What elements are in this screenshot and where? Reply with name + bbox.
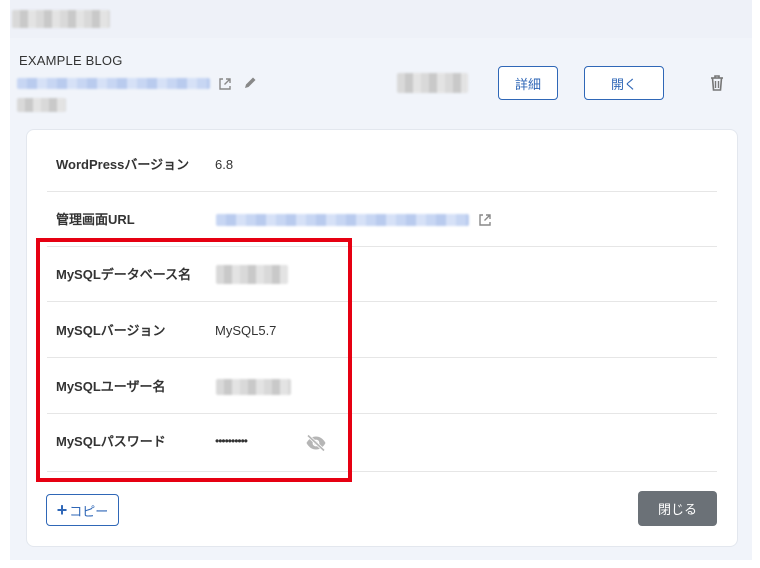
row-value: 6.8	[215, 157, 234, 172]
top-bar	[10, 0, 752, 38]
external-link-icon[interactable]	[218, 77, 232, 91]
row-label: WordPressバージョン	[56, 157, 190, 172]
highlight-box	[36, 238, 352, 482]
redacted-breadcrumb	[12, 10, 110, 28]
copy-button-label: コピー	[69, 503, 109, 519]
details-button[interactable]: 詳細	[498, 66, 558, 100]
redacted-site-sub	[17, 98, 66, 112]
site-name: EXAMPLE BLOG	[19, 53, 123, 68]
close-button[interactable]: 閉じる	[638, 491, 717, 526]
plus-icon: +	[56, 500, 68, 520]
open-button[interactable]: 開く	[584, 66, 664, 100]
redacted-admin-url[interactable]	[216, 214, 469, 226]
redacted-site-info	[397, 73, 468, 93]
edit-icon[interactable]	[243, 76, 257, 90]
trash-icon[interactable]	[709, 74, 725, 92]
redacted-site-url[interactable]	[17, 78, 210, 89]
copy-button[interactable]: + コピー	[46, 494, 119, 526]
row-wordpress-version: WordPressバージョン 6.8	[47, 137, 717, 192]
external-link-icon[interactable]	[478, 213, 492, 227]
